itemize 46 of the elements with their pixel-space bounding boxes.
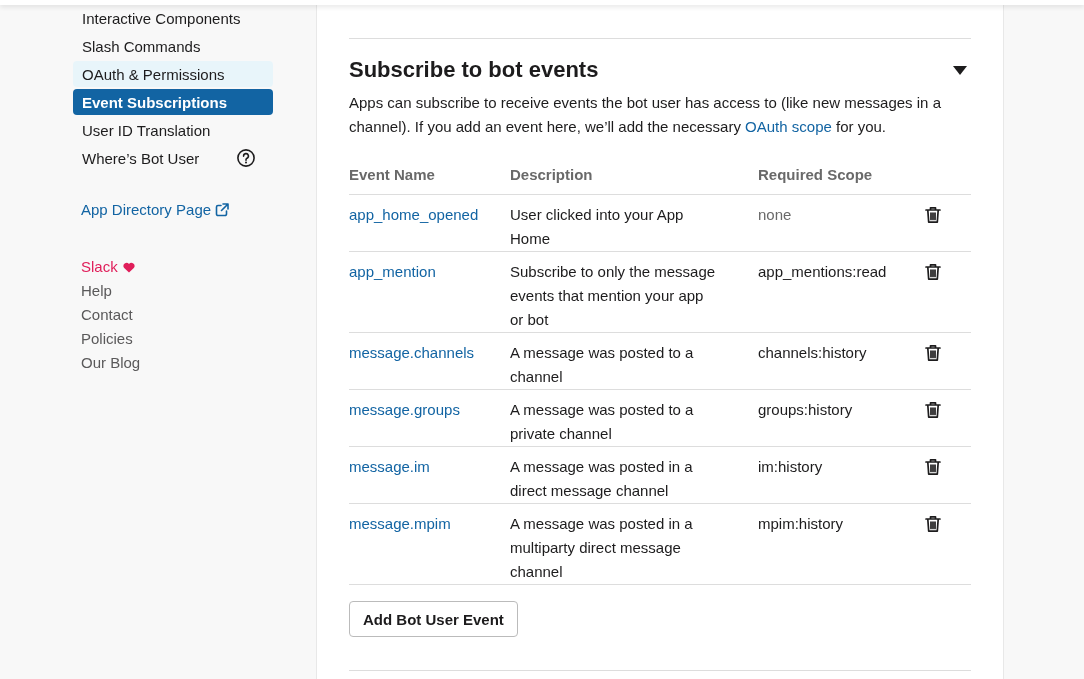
event-name-link[interactable]: app_mention	[349, 260, 436, 284]
section-title: Subscribe to bot events	[349, 58, 599, 82]
trash-icon[interactable]	[925, 344, 941, 362]
column-header: Description	[510, 164, 593, 185]
event-description: A message was posted in a direct message channel	[510, 457, 694, 501]
footer-link[interactable]: Our Blog	[81, 351, 141, 375]
event-name-link[interactable]: app_home_opened	[349, 203, 479, 227]
heart-icon	[122, 261, 135, 273]
event-description: A message was posted to a channel	[510, 343, 695, 387]
event-name-link[interactable]: message.im	[349, 455, 430, 479]
event-description: Subscribe to only the message events that mention your app or bot	[510, 262, 717, 330]
trash-icon[interactable]	[925, 515, 941, 533]
trash-icon[interactable]	[925, 458, 941, 476]
sidebar-item[interactable]: Event Subscriptions	[73, 89, 273, 115]
section-description: Apps can subscribe to receive events the bot user has access to (like new messages in a channel). If you add an event here, we’ll add the necessary OAuth scope for you.	[349, 93, 942, 137]
scope-text: none	[758, 205, 792, 225]
trash-icon[interactable]	[925, 206, 941, 224]
sidebar-item[interactable]: OAuth & Permissions	[73, 61, 273, 87]
trash-icon[interactable]	[925, 401, 941, 419]
oauth-scope-link[interactable]: OAuth scope	[745, 118, 832, 135]
sidebar-item[interactable]: Interactive Components	[73, 5, 273, 31]
scope-text: groups:history	[758, 400, 853, 420]
footer-link[interactable]: Policies	[81, 327, 133, 351]
column-header: Event Name	[349, 164, 435, 185]
event-description: A message was posted to a private channel	[510, 400, 695, 444]
directory-link[interactable]: App Directory Page	[81, 198, 230, 222]
footer-link[interactable]: Slack	[81, 255, 135, 279]
event-name-link[interactable]: message.mpim	[349, 512, 451, 536]
trash-icon[interactable]	[925, 263, 941, 281]
event-description: A message was posted in a multiparty direct message channel	[510, 514, 694, 582]
event-name-link[interactable]: message.groups	[349, 398, 460, 422]
footer-link[interactable]: Help	[81, 279, 112, 303]
event-description: User clicked into your App Home	[510, 205, 685, 249]
add-event-button[interactable]: Add Bot User Event	[349, 601, 518, 637]
column-header: Required Scope	[758, 164, 873, 185]
help-icon[interactable]	[237, 149, 255, 167]
scope-text: channels:history	[758, 343, 867, 363]
scope-text: app_mentions:read	[758, 262, 887, 282]
scope-text: im:history	[758, 457, 823, 477]
footer-link[interactable]: Contact	[81, 303, 133, 327]
scope-text: mpim:history	[758, 514, 843, 534]
sidebar-item[interactable]: Slash Commands	[73, 33, 273, 59]
caret-down-icon[interactable]	[953, 65, 967, 75]
sidebar-item[interactable]: User ID Translation	[73, 117, 273, 143]
event-name-link[interactable]: message.channels	[349, 341, 475, 365]
sidebar-item[interactable]: Where’s Bot User	[73, 145, 273, 171]
